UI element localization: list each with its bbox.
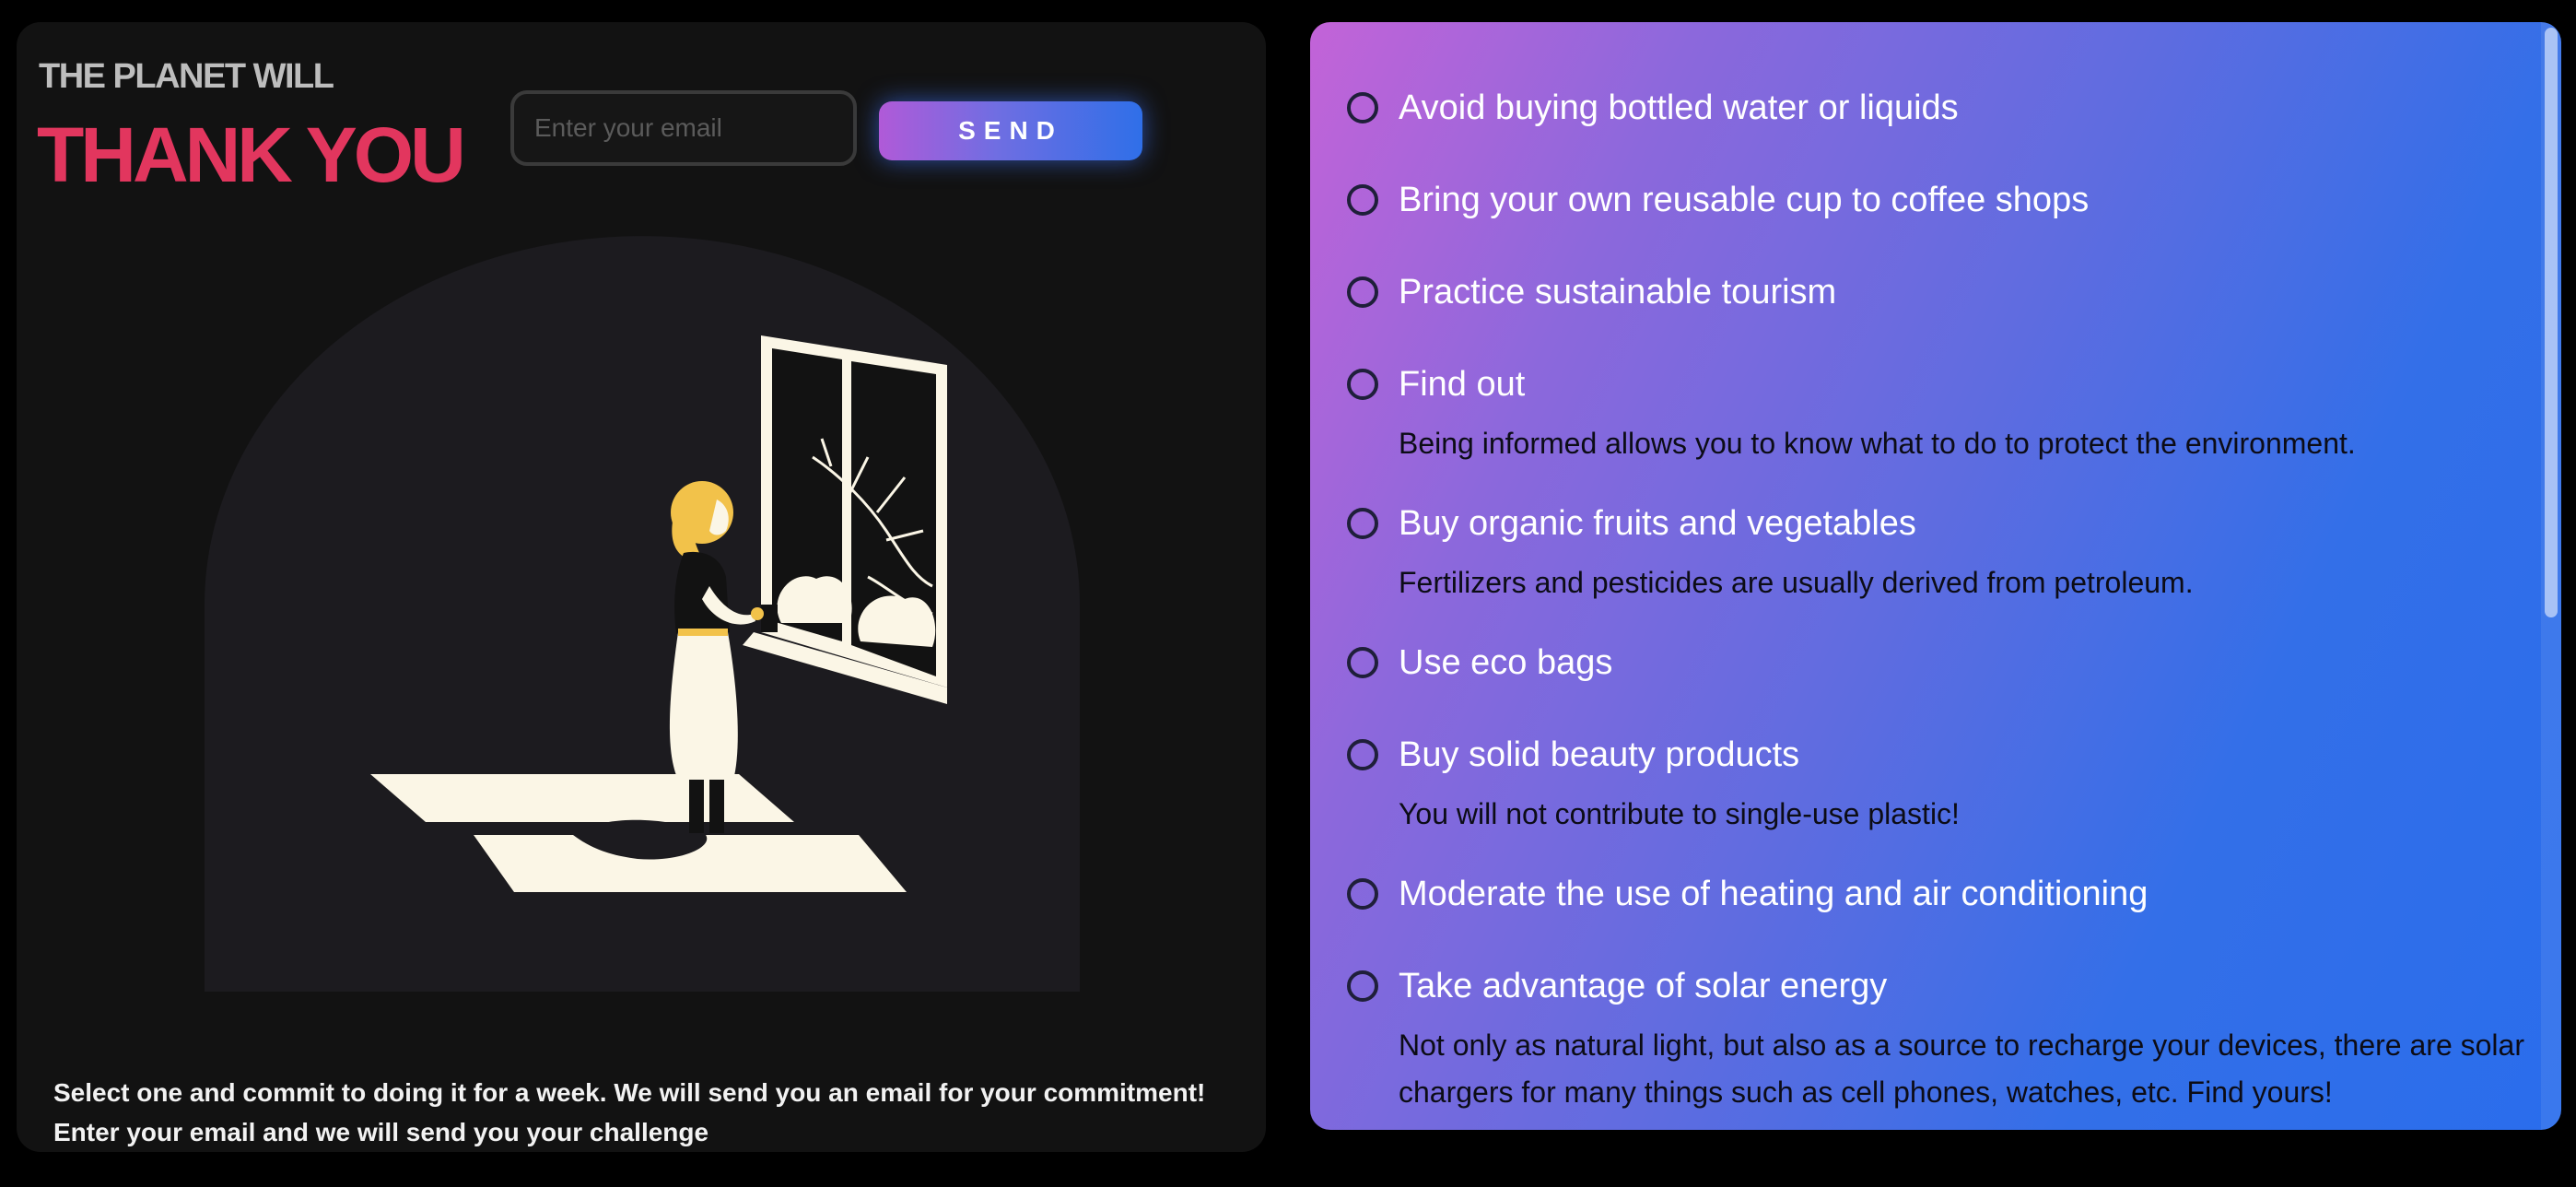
challenge-card: THE PLANET WILL THANK YOU SEND [17, 22, 1266, 1152]
radio-button[interactable] [1347, 508, 1378, 539]
woman-at-window-illustration [205, 236, 1080, 992]
radio-button[interactable] [1347, 92, 1378, 123]
scrollbar-thumb[interactable] [2545, 28, 2558, 617]
radio-button[interactable] [1347, 369, 1378, 400]
challenge-title: Moderate the use of heating and air cond… [1399, 875, 2149, 913]
challenge-title: Use eco bags [1399, 643, 1613, 682]
hero-title: THANK YOU [37, 112, 466, 198]
radio-button[interactable] [1347, 647, 1378, 678]
challenge-title: Practice sustainable tourism [1399, 273, 1837, 311]
challenge-title: Find out [1399, 365, 1526, 404]
challenge-title: Buy solid beauty products [1399, 735, 1800, 774]
app-root: THE PLANET WILL THANK YOU SEND [0, 0, 2576, 1187]
challenge-description: Fertilizers and pesticides are usually d… [1399, 566, 2194, 599]
radio-button[interactable] [1347, 184, 1378, 216]
challenge-title: Take advantage of solar energy [1399, 967, 1888, 1005]
instructions-line-1: Select one and commit to doing it for a … [53, 1078, 1206, 1107]
radio-button[interactable] [1347, 276, 1378, 308]
scrollbar[interactable] [2541, 22, 2561, 1130]
challenge-title: Bring your own reusable cup to coffee sh… [1399, 181, 2090, 219]
radio-button[interactable] [1347, 970, 1378, 1002]
challenge-description: Not only as natural light, but also as a… [1399, 1028, 2524, 1109]
email-input[interactable] [510, 90, 857, 166]
radio-button[interactable] [1347, 739, 1378, 770]
instructions-line-2: Enter your email and we will send you yo… [53, 1118, 709, 1146]
send-button[interactable]: SEND [879, 101, 1142, 160]
challenge-title: Buy organic fruits and vegetables [1399, 504, 1916, 543]
eyebrow-heading: THE PLANET WILL [39, 57, 334, 96]
challenge-description: You will not contribute to single-use pl… [1399, 797, 1960, 830]
challenge-title: Avoid buying bottled water or liquids [1399, 88, 1959, 127]
challenge-description: Being informed allows you to know what t… [1399, 427, 2356, 460]
instructions: Select one and commit to doing it for a … [53, 1073, 1251, 1152]
radio-button[interactable] [1347, 878, 1378, 910]
challenge-list-panel[interactable]: Avoid buying bottled water or liquids Br… [1310, 22, 2561, 1130]
